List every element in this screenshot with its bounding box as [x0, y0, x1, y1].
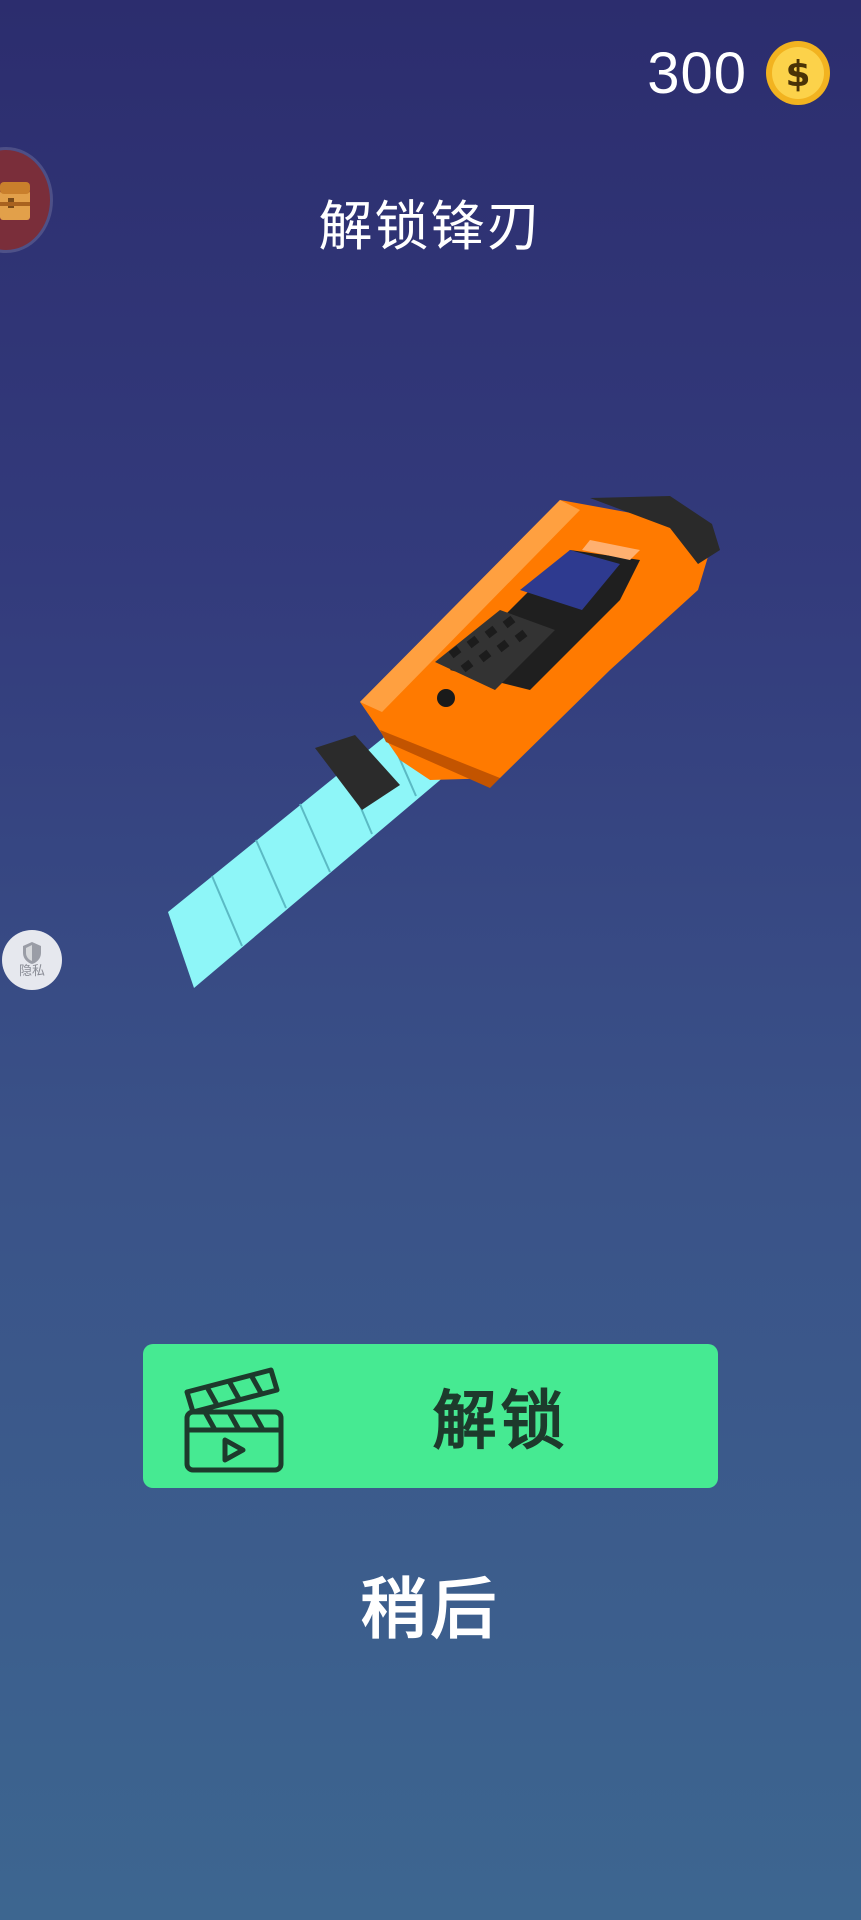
unlock-label: 解锁 [432, 1385, 569, 1459]
later-button[interactable]: 稍后 [0, 1556, 861, 1652]
shield-icon [23, 942, 41, 964]
dollar-coin-icon: $ [766, 41, 830, 105]
page-title: 解锁锋刃 [318, 195, 543, 258]
svg-text:$: $ [785, 54, 810, 95]
privacy-label: 隐私 [18, 964, 45, 979]
utility-knife-image [168, 496, 720, 988]
unlock-button[interactable]: 解锁 [143, 1344, 718, 1488]
coin-count: 300 [647, 40, 747, 106]
privacy-button[interactable]: 隐私 [2, 930, 62, 990]
coin-balance: 300 $ [647, 36, 831, 110]
